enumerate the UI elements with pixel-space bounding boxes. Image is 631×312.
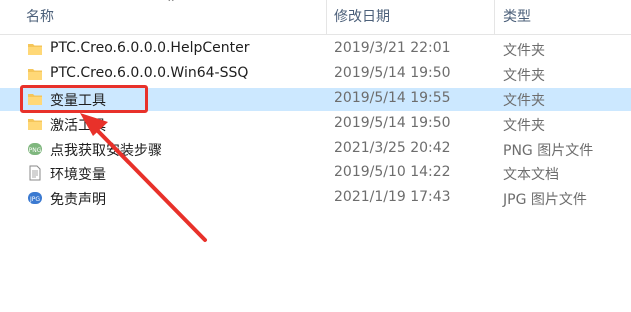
file-name: PTC.Creo.6.0.0.0.HelpCenter [50, 40, 250, 56]
file-row[interactable]: PNG 点我获取安装步骤 2021/3/25 20:42 PNG 图片文件 [0, 138, 631, 161]
file-date: 2019/5/14 19:50 [334, 115, 451, 131]
file-row[interactable]: JPG 免责声明 2021/1/19 17:43 JPG 图片文件 [0, 187, 631, 210]
file-row[interactable]: 激活工具 2019/5/14 19:50 文件夹 [0, 113, 631, 136]
file-row[interactable]: PTC.Creo.6.0.0.0.Win64-SSQ 2019/5/14 19:… [0, 63, 631, 86]
file-row[interactable]: PTC.Creo.6.0.0.0.HelpCenter 2019/3/21 22… [0, 38, 631, 61]
text-file-icon [29, 165, 41, 181]
file-type: 文件夹 [503, 68, 545, 84]
column-divider[interactable] [494, 0, 495, 34]
file-date: 2021/3/25 20:42 [334, 140, 451, 156]
png-file-icon: PNG [28, 143, 42, 155]
file-date: 2019/5/14 19:55 [334, 90, 451, 106]
file-type: 文件夹 [503, 93, 545, 109]
file-type: PNG 图片文件 [503, 143, 594, 159]
svg-text:PNG: PNG [29, 147, 42, 154]
file-name: 点我获取安装步骤 [50, 143, 162, 159]
file-name: PTC.Creo.6.0.0.0.Win64-SSQ [50, 65, 249, 81]
file-date: 2021/1/19 17:43 [334, 189, 451, 205]
file-date: 2019/5/10 14:22 [334, 164, 451, 180]
file-type: 文本文档 [503, 167, 559, 183]
file-name: 环境变量 [50, 167, 106, 183]
file-name: 激活工具 [50, 118, 106, 134]
folder-icon [28, 44, 42, 55]
column-header-type[interactable]: 类型 [503, 6, 531, 26]
file-date: 2019/3/21 22:01 [334, 40, 451, 56]
annotation-highlight-box [20, 85, 148, 113]
file-row[interactable]: 环境变量 2019/5/10 14:22 文本文档 [0, 162, 631, 185]
file-type: JPG 图片文件 [503, 192, 587, 208]
column-divider[interactable] [326, 0, 327, 34]
file-name: 免责声明 [50, 192, 106, 208]
svg-text:JPG: JPG [29, 196, 40, 203]
folder-icon [28, 119, 42, 130]
column-header-bar: ⌃ 名称 修改日期 类型 [0, 0, 631, 35]
jpg-file-icon: JPG [28, 192, 42, 204]
folder-icon [28, 69, 42, 80]
sort-caret-icon[interactable]: ⌃ [166, 0, 176, 10]
column-header-name[interactable]: 名称 [26, 6, 54, 26]
file-date: 2019/5/14 19:50 [334, 65, 451, 81]
column-header-date[interactable]: 修改日期 [334, 6, 390, 26]
file-type: 文件夹 [503, 43, 545, 59]
file-type: 文件夹 [503, 118, 545, 134]
